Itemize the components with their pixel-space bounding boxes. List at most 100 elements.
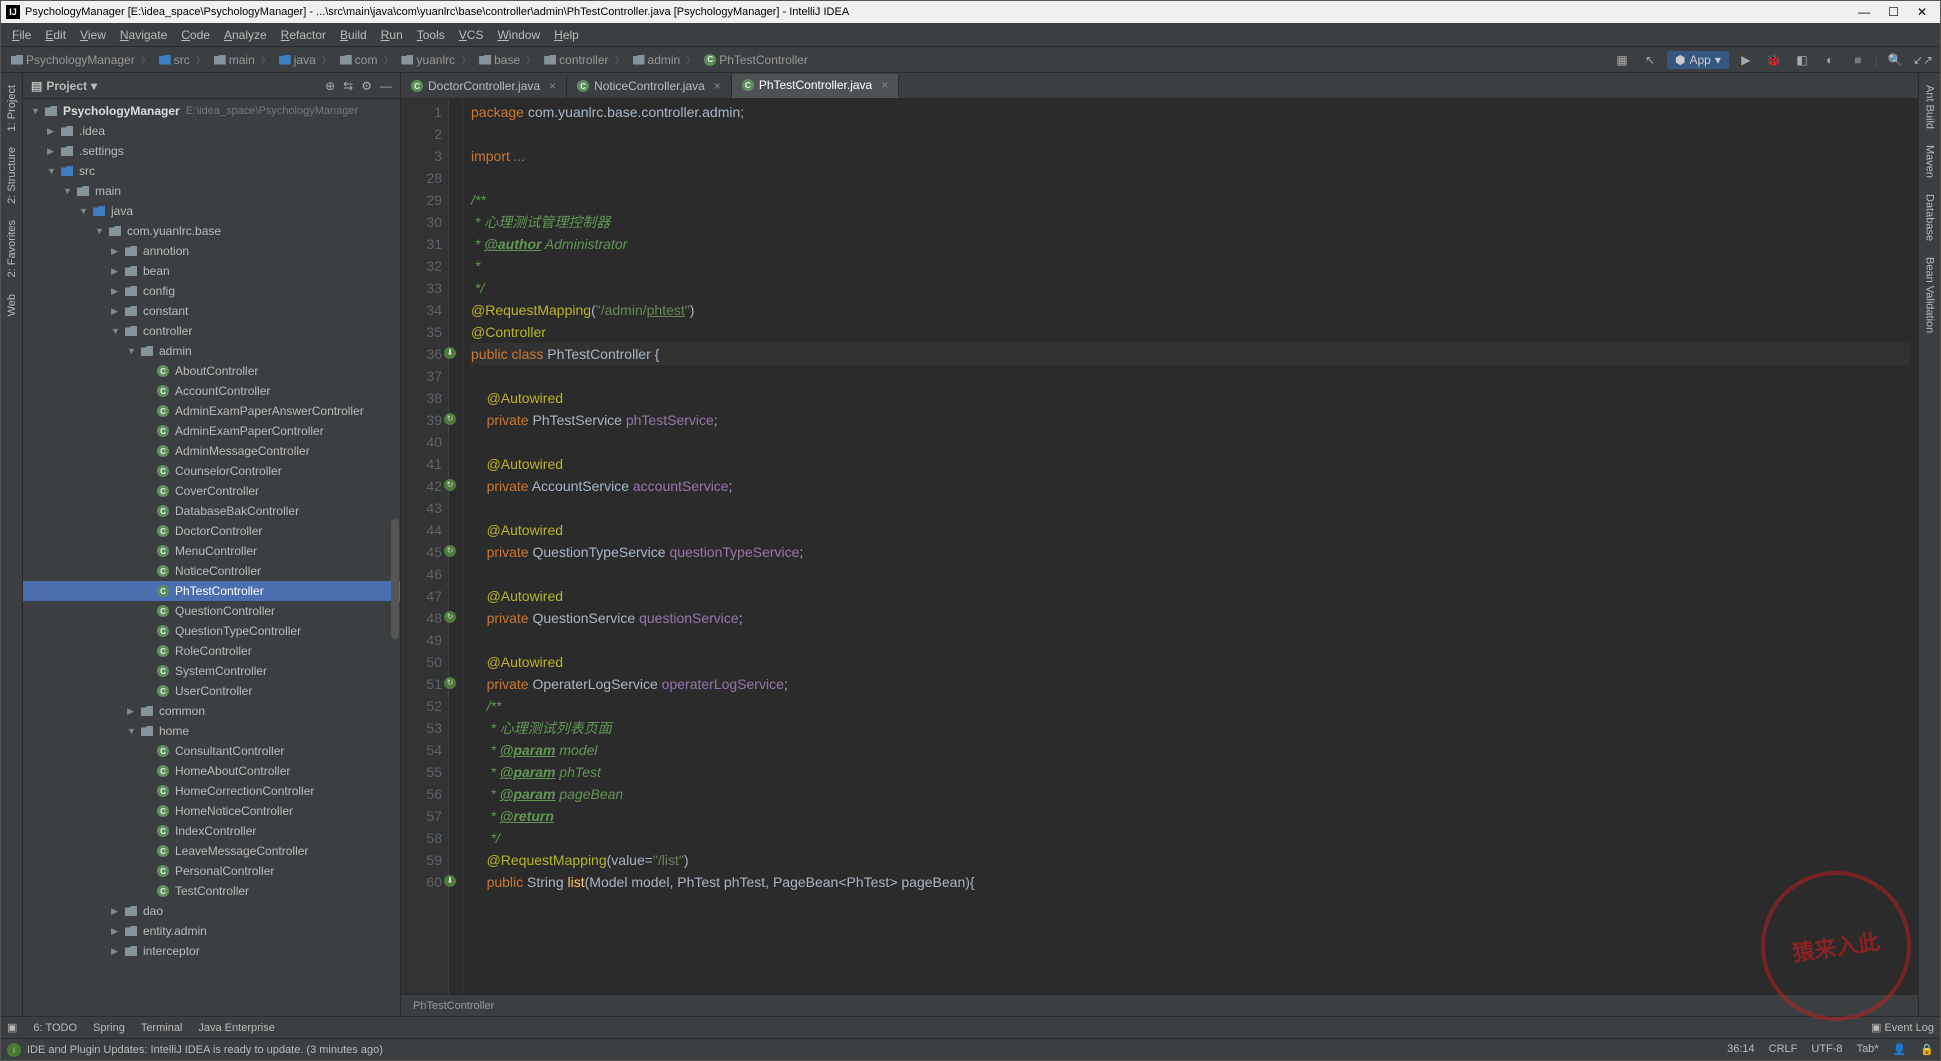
close-tab-icon[interactable]: × bbox=[714, 79, 721, 93]
tree-item-admin[interactable]: ▼admin bbox=[23, 341, 400, 361]
left-tab-project[interactable]: 1: Project bbox=[4, 77, 20, 139]
code-line-35[interactable]: @Controller bbox=[471, 321, 1910, 343]
code-line-51[interactable]: private OperaterLogService operaterLogSe… bbox=[471, 673, 1910, 695]
code-line-28[interactable] bbox=[471, 167, 1910, 189]
code-line-3[interactable]: import ... bbox=[471, 145, 1910, 167]
breadcrumb-controller[interactable]: controller bbox=[540, 52, 628, 67]
right-tab-maven[interactable]: Maven bbox=[1922, 137, 1938, 186]
tree-item-com-yuanlrc-base[interactable]: ▼com.yuanlrc.base bbox=[23, 221, 400, 241]
layout-icon[interactable]: ▦ bbox=[1611, 49, 1633, 71]
right-tab-database[interactable]: Database bbox=[1922, 186, 1938, 249]
gutter-icon[interactable]: ↻ bbox=[444, 479, 456, 491]
breadcrumb-phtestcontroller[interactable]: PhTestController bbox=[700, 53, 812, 67]
code-line-49[interactable] bbox=[471, 629, 1910, 651]
code-line-38[interactable]: @Autowired bbox=[471, 387, 1910, 409]
back-icon[interactable]: ↖ bbox=[1639, 49, 1661, 71]
code-line-37[interactable] bbox=[471, 365, 1910, 387]
code-line-42[interactable]: private AccountService accountService; bbox=[471, 475, 1910, 497]
breadcrumb-psychologymanager[interactable]: PsychologyManager bbox=[7, 52, 155, 67]
tree-item-aboutcontroller[interactable]: AboutController bbox=[23, 361, 400, 381]
code-line-39[interactable]: private PhTestService phTestService; bbox=[471, 409, 1910, 431]
project-view-selector[interactable]: ▤ Project ▾ bbox=[31, 79, 97, 93]
menu-vcs[interactable]: VCS bbox=[452, 28, 491, 42]
code-line-31[interactable]: * @author Administrator bbox=[471, 233, 1910, 255]
left-tab-structure[interactable]: 2: Structure bbox=[4, 139, 20, 212]
tree-item-doctorcontroller[interactable]: DoctorController bbox=[23, 521, 400, 541]
code-line-47[interactable]: @Autowired bbox=[471, 585, 1910, 607]
tree-item-counselorcontroller[interactable]: CounselorController bbox=[23, 461, 400, 481]
bottom-tab-javaenterprise[interactable]: Java Enterprise bbox=[198, 1022, 274, 1034]
code-line-1[interactable]: package com.yuanlrc.base.controller.admi… bbox=[471, 101, 1910, 123]
menu-help[interactable]: Help bbox=[547, 28, 586, 42]
code-line-53[interactable]: * 心理测试列表页面 bbox=[471, 717, 1910, 739]
tree-item--idea[interactable]: ▶.idea bbox=[23, 121, 400, 141]
tree-item-entity-admin[interactable]: ▶entity.admin bbox=[23, 921, 400, 941]
code-line-57[interactable]: * @return bbox=[471, 805, 1910, 827]
menu-run[interactable]: Run bbox=[374, 28, 410, 42]
code-line-46[interactable] bbox=[471, 563, 1910, 585]
code-line-58[interactable]: */ bbox=[471, 827, 1910, 849]
tree-item-questioncontroller[interactable]: QuestionController bbox=[23, 601, 400, 621]
bottom-tab-spring[interactable]: Spring bbox=[93, 1022, 125, 1034]
minimize-button[interactable]: — bbox=[1858, 5, 1870, 19]
code-line-40[interactable] bbox=[471, 431, 1910, 453]
search-everywhere-icon[interactable]: 🔍 bbox=[1884, 49, 1906, 71]
code-line-2[interactable] bbox=[471, 123, 1910, 145]
tree-item-consultantcontroller[interactable]: ConsultantController bbox=[23, 741, 400, 761]
lock-icon[interactable]: 🔒 bbox=[1920, 1043, 1934, 1056]
tree-item-personalcontroller[interactable]: PersonalController bbox=[23, 861, 400, 881]
breadcrumb-admin[interactable]: admin bbox=[629, 52, 701, 67]
tree-item-systemcontroller[interactable]: SystemController bbox=[23, 661, 400, 681]
coverage-icon[interactable]: ◧ bbox=[1791, 49, 1813, 71]
maximize-button[interactable]: ☐ bbox=[1888, 5, 1899, 19]
tree-item-accountcontroller[interactable]: AccountController bbox=[23, 381, 400, 401]
indent-settings[interactable]: Tab* bbox=[1857, 1043, 1879, 1056]
close-tab-icon[interactable]: × bbox=[549, 79, 556, 93]
target-icon[interactable]: ⊕ bbox=[325, 79, 335, 93]
tree-item-constant[interactable]: ▶constant bbox=[23, 301, 400, 321]
code-line-34[interactable]: @RequestMapping("/admin/phtest") bbox=[471, 299, 1910, 321]
menu-window[interactable]: Window bbox=[490, 28, 547, 42]
tree-item-java[interactable]: ▼java bbox=[23, 201, 400, 221]
tree-item-controller[interactable]: ▼controller bbox=[23, 321, 400, 341]
code-line-45[interactable]: private QuestionTypeService questionType… bbox=[471, 541, 1910, 563]
project-root[interactable]: ▼PsychologyManagerE:\idea_space\Psycholo… bbox=[23, 101, 400, 121]
breadcrumb-yuanlrc[interactable]: yuanlrc bbox=[397, 52, 475, 67]
code-line-36[interactable]: public class PhTestController { bbox=[471, 343, 1910, 365]
right-tab-beanvalidation[interactable]: Bean Validation bbox=[1922, 249, 1938, 341]
menu-edit[interactable]: Edit bbox=[38, 28, 73, 42]
menu-file[interactable]: File bbox=[5, 28, 38, 42]
tree-item-usercontroller[interactable]: UserController bbox=[23, 681, 400, 701]
menu-navigate[interactable]: Navigate bbox=[113, 28, 174, 42]
tree-item-databasebakcontroller[interactable]: DatabaseBakController bbox=[23, 501, 400, 521]
tree-item-adminexampaperanswercontroller[interactable]: AdminExamPaperAnswerController bbox=[23, 401, 400, 421]
code-line-33[interactable]: */ bbox=[471, 277, 1910, 299]
notification-icon[interactable]: i bbox=[7, 1043, 21, 1057]
debug-button[interactable]: 🐞 bbox=[1763, 49, 1785, 71]
tree-item-homecorrectioncontroller[interactable]: HomeCorrectionController bbox=[23, 781, 400, 801]
code-line-55[interactable]: * @param phTest bbox=[471, 761, 1910, 783]
breadcrumb-java[interactable]: java bbox=[275, 52, 336, 67]
tree-item-home[interactable]: ▼home bbox=[23, 721, 400, 741]
left-tab-favorites[interactable]: 2: Favorites bbox=[4, 212, 20, 285]
code-line-43[interactable] bbox=[471, 497, 1910, 519]
gutter-icon[interactable]: ⬇ bbox=[444, 347, 456, 359]
tree-item--settings[interactable]: ▶.settings bbox=[23, 141, 400, 161]
menu-view[interactable]: View bbox=[73, 28, 113, 42]
collapse-icon[interactable]: ⇆ bbox=[343, 79, 353, 93]
tree-item-bean[interactable]: ▶bean bbox=[23, 261, 400, 281]
stop-button[interactable]: ■ bbox=[1847, 49, 1869, 71]
tree-scrollbar[interactable] bbox=[391, 519, 399, 639]
profile-icon[interactable]: ◐ bbox=[1819, 49, 1841, 71]
breadcrumb-base[interactable]: base bbox=[475, 52, 540, 67]
menu-tools[interactable]: Tools bbox=[410, 28, 452, 42]
menu-refactor[interactable]: Refactor bbox=[274, 28, 333, 42]
run-config-selector[interactable]: ⬢ App ▾ bbox=[1667, 51, 1729, 69]
gutter-icon[interactable]: ↻ bbox=[444, 413, 456, 425]
code-line-59[interactable]: @RequestMapping(value="/list") bbox=[471, 849, 1910, 871]
tree-item-questiontypecontroller[interactable]: QuestionTypeController bbox=[23, 621, 400, 641]
tool-windows-icon[interactable]: ▣ bbox=[7, 1021, 17, 1034]
editor-breadcrumb[interactable]: PhTestController bbox=[401, 994, 1918, 1016]
left-tab-web[interactable]: Web bbox=[4, 286, 20, 324]
tree-item-src[interactable]: ▼src bbox=[23, 161, 400, 181]
